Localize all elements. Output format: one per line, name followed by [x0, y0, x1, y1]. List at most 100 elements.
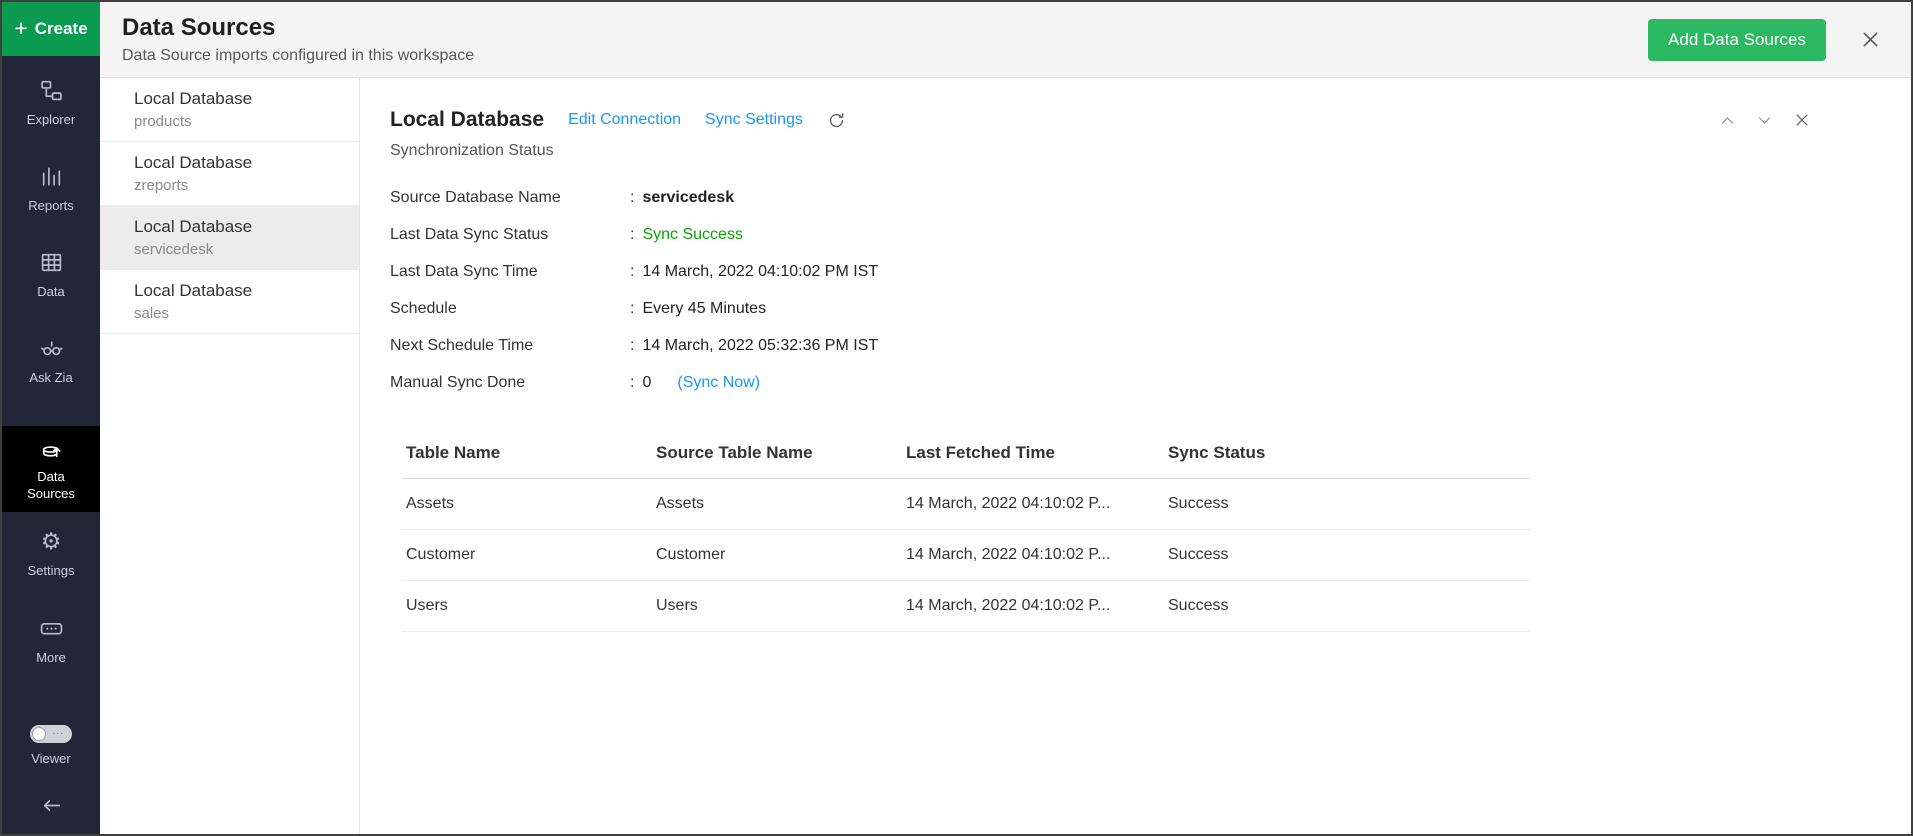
explorer-icon — [39, 78, 64, 103]
header-text: Data Sources Data Source imports configu… — [122, 14, 474, 65]
column-header-last-fetched-time: Last Fetched Time — [902, 433, 1164, 479]
table-row: Users Users 14 March, 2022 04:10:02 P...… — [402, 581, 1530, 632]
sidebar-item-more[interactable]: More — [2, 598, 100, 684]
header-actions: Add Data Sources — [1648, 19, 1881, 61]
datasource-subtitle: sales — [134, 305, 345, 322]
datasource-list-item-selected[interactable]: Local Database servicedesk — [100, 206, 359, 270]
datasource-list-item[interactable]: Local Database zreports — [100, 142, 359, 206]
sidebar-item-ask-zia[interactable]: Ask Zia — [2, 318, 100, 404]
field-label: Schedule — [390, 299, 630, 319]
edit-connection-link[interactable]: Edit Connection — [568, 111, 681, 129]
datasource-detail-panel: Local Database Edit Connection Sync Sett… — [360, 78, 1911, 834]
plus-icon: + — [14, 17, 27, 40]
column-header-table-name: Table Name — [402, 433, 652, 479]
data-table-icon — [39, 250, 64, 275]
field-colon — [630, 188, 634, 208]
ask-zia-icon — [39, 336, 64, 361]
field-row: Source Database Name servicedesk — [390, 188, 1811, 208]
page-title: Data Sources — [122, 14, 474, 42]
sync-settings-link[interactable]: Sync Settings — [705, 111, 803, 129]
sidebar-item-data-sources[interactable]: Data Sources — [2, 426, 100, 512]
close-icon[interactable] — [1860, 29, 1881, 50]
cell-source-table-name: Customer — [652, 530, 902, 581]
sidebar-item-label: Settings — [28, 563, 75, 580]
field-label: Last Data Sync Status — [390, 225, 630, 245]
detail-nav-icons — [1719, 111, 1811, 129]
column-header-sync-status: Sync Status — [1164, 433, 1530, 479]
sidebar-item-label: Data Sources — [15, 469, 87, 503]
app-window: + Create Explorer Reports Data — [0, 0, 1913, 836]
field-label: Last Data Sync Time — [390, 262, 630, 282]
field-row: Manual Sync Done 0 (Sync Now) — [390, 373, 1811, 393]
toggle-knob-icon — [32, 727, 46, 741]
datasource-list-item[interactable]: Local Database sales — [100, 270, 359, 334]
sync-status-value: Sync Success — [642, 225, 742, 245]
sync-tables-section: Table Name Source Table Name Last Fetche… — [402, 433, 1811, 632]
field-value: servicedesk — [642, 188, 734, 208]
sidebar-item-data[interactable]: Data — [2, 232, 100, 318]
field-label: Next Schedule Time — [390, 336, 630, 356]
field-colon — [630, 373, 634, 393]
cell-sync-status: Success — [1164, 530, 1530, 581]
field-value: Every 45 Minutes — [642, 299, 766, 319]
sidebar-item-label: Explorer — [27, 112, 75, 129]
cell-last-fetched-time: 14 March, 2022 04:10:02 P... — [902, 530, 1164, 581]
chevron-up-icon[interactable] — [1719, 112, 1736, 129]
sidebar-item-label: Ask Zia — [29, 370, 72, 387]
datasource-list-item[interactable]: Local Database products — [100, 78, 359, 142]
column-header-source-table-name: Source Table Name — [652, 433, 902, 479]
sidebar-item-viewer: ... Viewer — [2, 710, 100, 782]
collapse-sidebar-icon — [39, 793, 64, 818]
field-row: Last Data Sync Time 14 March, 2022 04:10… — [390, 262, 1811, 282]
close-detail-icon[interactable] — [1793, 111, 1811, 129]
datasource-title: Local Database — [134, 89, 345, 109]
refresh-icon[interactable] — [827, 111, 846, 130]
sidebar-item-reports[interactable]: Reports — [2, 146, 100, 232]
field-value: 14 March, 2022 04:10:02 PM IST — [642, 262, 878, 282]
add-data-sources-button[interactable]: Add Data Sources — [1648, 19, 1826, 61]
cell-sync-status: Success — [1164, 581, 1530, 632]
field-colon — [630, 262, 634, 282]
sidebar-item-label: Reports — [28, 198, 74, 215]
toggle-dots-icon: ... — [53, 726, 64, 737]
collapse-sidebar-button[interactable] — [2, 782, 100, 828]
chevron-down-icon[interactable] — [1756, 112, 1773, 129]
field-row: Last Data Sync Status Sync Success — [390, 225, 1811, 245]
field-colon — [630, 225, 634, 245]
field-value: 0 — [642, 373, 651, 393]
sidebar-item-label: More — [36, 650, 66, 667]
cell-table-name: Assets — [402, 479, 652, 530]
detail-header: Local Database Edit Connection Sync Sett… — [390, 108, 1811, 132]
field-colon — [630, 299, 634, 319]
viewer-toggle[interactable]: ... — [30, 725, 72, 743]
sidebar-nav: Explorer Reports Data Ask Zia — [2, 56, 100, 834]
sidebar-item-settings[interactable]: ⚙ Settings — [2, 512, 100, 598]
datasource-title: Local Database — [134, 217, 345, 237]
table-row: Assets Assets 14 March, 2022 04:10:02 P.… — [402, 479, 1530, 530]
sync-now-link[interactable]: (Sync Now) — [677, 373, 760, 393]
sidebar: + Create Explorer Reports Data — [2, 2, 100, 834]
content-area: Local Database products Local Database z… — [100, 78, 1911, 834]
more-icon — [39, 616, 64, 641]
field-row: Next Schedule Time 14 March, 2022 05:32:… — [390, 336, 1811, 356]
datasource-subtitle: zreports — [134, 177, 345, 194]
gear-icon: ⚙ — [41, 531, 62, 554]
datasource-title: Local Database — [134, 153, 345, 173]
data-sources-icon — [39, 435, 64, 460]
cell-table-name: Customer — [402, 530, 652, 581]
sidebar-item-explorer[interactable]: Explorer — [2, 60, 100, 146]
field-label: Manual Sync Done — [390, 373, 630, 393]
main-area: Data Sources Data Source imports configu… — [100, 2, 1911, 834]
cell-sync-status: Success — [1164, 479, 1530, 530]
field-label: Source Database Name — [390, 188, 630, 208]
table-row: Customer Customer 14 March, 2022 04:10:0… — [402, 530, 1530, 581]
datasource-subtitle: servicedesk — [134, 241, 345, 258]
datasource-list: Local Database products Local Database z… — [100, 78, 360, 834]
table-header-row: Table Name Source Table Name Last Fetche… — [402, 433, 1530, 479]
create-button[interactable]: + Create — [2, 2, 100, 56]
sidebar-item-label: Data — [37, 284, 64, 301]
sync-status-section-title: Synchronization Status — [390, 142, 1811, 160]
cell-source-table-name: Users — [652, 581, 902, 632]
cell-table-name: Users — [402, 581, 652, 632]
cell-last-fetched-time: 14 March, 2022 04:10:02 P... — [902, 581, 1164, 632]
